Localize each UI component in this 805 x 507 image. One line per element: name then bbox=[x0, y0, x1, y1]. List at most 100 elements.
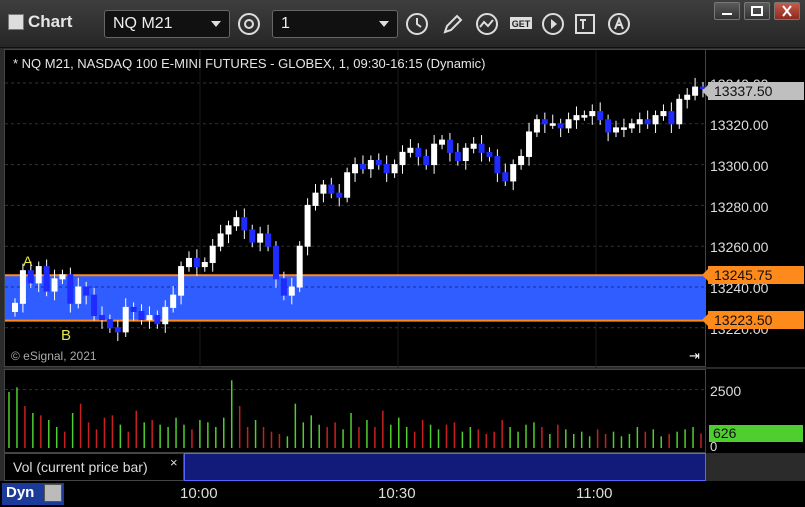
lock-icon[interactable] bbox=[44, 484, 62, 502]
candle-body bbox=[98, 315, 105, 321]
candle-body bbox=[375, 160, 382, 166]
candle-body bbox=[478, 143, 485, 153]
close-button[interactable] bbox=[774, 2, 800, 20]
candle-body bbox=[320, 184, 327, 194]
candle-body bbox=[510, 164, 517, 182]
minimize-icon bbox=[722, 13, 732, 15]
clock-button[interactable] bbox=[402, 10, 432, 38]
last-volume-tag: 626 bbox=[709, 425, 803, 442]
get-icon: GET bbox=[510, 17, 532, 29]
candle-body bbox=[399, 151, 406, 166]
price-axis-label: 13300.00 bbox=[710, 158, 769, 174]
draw-button[interactable] bbox=[438, 10, 468, 38]
price-axis[interactable]: 13340.00 13320.00 13300.00 13280.00 1326… bbox=[702, 49, 805, 367]
alert-button[interactable] bbox=[604, 10, 634, 38]
annotation-b: B bbox=[61, 327, 71, 344]
close-icon bbox=[782, 5, 792, 17]
alert-icon bbox=[608, 13, 630, 35]
candle-body bbox=[660, 111, 667, 117]
candle-body bbox=[249, 229, 256, 243]
chart-description: * NQ M21, NASDAQ 100 E-MINI FUTURES - GL… bbox=[13, 56, 486, 71]
candle-body bbox=[106, 319, 113, 329]
candle-body bbox=[59, 274, 66, 280]
candle-body bbox=[225, 225, 232, 235]
candle-body bbox=[668, 111, 675, 125]
candle-body bbox=[170, 294, 177, 308]
volume-legend: Vol (current price bar) bbox=[4, 453, 184, 481]
candle-body bbox=[684, 94, 691, 100]
candle-body bbox=[83, 286, 90, 296]
candle-body bbox=[494, 155, 501, 174]
candle-body bbox=[35, 266, 42, 284]
candle-body bbox=[288, 286, 295, 296]
candle-body bbox=[454, 151, 461, 162]
candle-body bbox=[644, 119, 651, 125]
candle-body bbox=[439, 139, 446, 145]
candle-body bbox=[201, 262, 208, 268]
candle-body bbox=[676, 98, 683, 125]
text-tool-icon bbox=[575, 14, 595, 34]
dynamic-mode-label: Dyn bbox=[6, 484, 35, 501]
candle-body bbox=[217, 233, 224, 247]
candle-body bbox=[272, 245, 279, 280]
candle-body bbox=[533, 119, 540, 133]
price-axis-label: 13260.00 bbox=[710, 239, 769, 255]
price-chart-pane[interactable]: AB * NQ M21, NASDAQ 100 E-MINI FUTURES -… bbox=[4, 49, 707, 368]
time-axis[interactable]: Dyn 10:00 10:30 11:00 bbox=[0, 481, 805, 507]
volume-pane[interactable] bbox=[4, 369, 707, 453]
candle-body bbox=[581, 115, 588, 118]
chevron-down-icon bbox=[211, 21, 221, 27]
candle-body bbox=[91, 294, 98, 317]
settings-button[interactable] bbox=[234, 10, 264, 38]
volume-chart bbox=[5, 380, 707, 448]
interval-value: 1 bbox=[281, 15, 290, 32]
candle-body bbox=[233, 217, 240, 227]
candle-body bbox=[415, 147, 422, 157]
candle-body bbox=[573, 115, 580, 121]
candle-body bbox=[605, 119, 612, 133]
interval-select[interactable]: 1 bbox=[272, 10, 398, 38]
time-axis-label: 10:30 bbox=[378, 485, 416, 502]
candle-body bbox=[344, 172, 351, 198]
study-button[interactable] bbox=[472, 10, 502, 38]
minimize-button[interactable] bbox=[714, 2, 740, 20]
candle-body bbox=[470, 143, 477, 149]
price-chart: AB bbox=[5, 50, 707, 368]
candle-body bbox=[446, 139, 453, 153]
candle-body bbox=[75, 286, 82, 304]
candle-body bbox=[359, 164, 366, 170]
text-tool-button[interactable] bbox=[570, 10, 600, 38]
close-study-icon[interactable]: × bbox=[170, 455, 178, 470]
get-data-button[interactable]: GET bbox=[506, 10, 536, 38]
candle-body bbox=[352, 164, 359, 174]
candle-body bbox=[328, 184, 335, 194]
title-bar: Chart NQ M21 1 GET bbox=[0, 0, 805, 48]
candle-body bbox=[257, 233, 264, 243]
candle-body bbox=[122, 306, 129, 333]
window-title: Chart bbox=[8, 12, 72, 32]
candle-body bbox=[51, 278, 58, 292]
candle-body bbox=[336, 192, 343, 198]
clock-icon bbox=[406, 13, 428, 35]
candle-body bbox=[628, 123, 635, 129]
scroll-to-end-icon[interactable]: ⇥ bbox=[689, 348, 700, 364]
candle-body bbox=[178, 266, 185, 296]
candle-body bbox=[162, 306, 169, 325]
study-icon bbox=[476, 13, 498, 35]
volume-axis-top: 2500 bbox=[710, 383, 742, 399]
svg-text:GET: GET bbox=[512, 19, 531, 29]
chevron-down-icon bbox=[379, 21, 389, 27]
replay-button[interactable] bbox=[538, 10, 568, 38]
candle-body bbox=[541, 119, 548, 125]
restore-button[interactable] bbox=[744, 2, 770, 20]
symbol-select[interactable]: NQ M21 bbox=[104, 10, 230, 38]
candle-body bbox=[12, 302, 18, 312]
candle-body bbox=[502, 172, 509, 182]
candle-body bbox=[692, 86, 699, 96]
time-axis-label: 11:00 bbox=[576, 485, 613, 502]
watermark: © eSignal, 2021 bbox=[11, 349, 97, 363]
volume-axis: 2500 0 626 bbox=[706, 369, 805, 454]
candle-body bbox=[265, 233, 272, 247]
restore-icon bbox=[751, 6, 763, 16]
candle-body bbox=[241, 217, 248, 231]
